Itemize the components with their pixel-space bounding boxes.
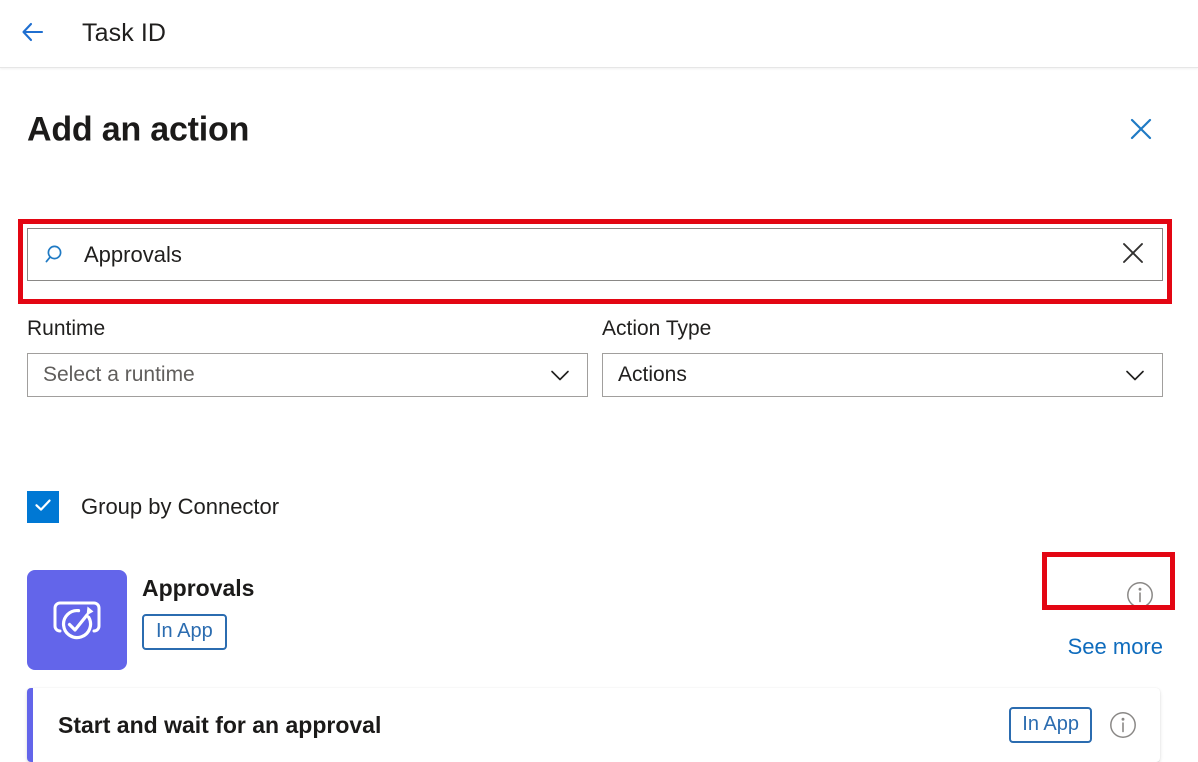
connector-name: Approvals — [142, 574, 254, 602]
add-action-panel: Add an action — [0, 68, 1198, 708]
connector-info: Approvals In App — [142, 574, 254, 650]
runtime-dropdown[interactable]: Select a runtime — [27, 353, 588, 397]
back-button[interactable] — [10, 12, 54, 56]
connector-badge: In App — [142, 614, 227, 650]
arrow-left-icon — [17, 17, 47, 50]
group-by-connector-checkbox[interactable] — [27, 491, 59, 523]
action-type-field: Action Type Actions — [602, 316, 1163, 397]
approvals-icon — [27, 570, 127, 670]
action-type-label: Action Type — [602, 316, 1163, 341]
panel-header: Add an action — [0, 68, 1198, 160]
info-icon[interactable] — [1125, 580, 1155, 610]
chevron-down-icon — [547, 362, 573, 388]
close-panel-button[interactable] — [1124, 113, 1158, 147]
panel-title: Add an action — [27, 111, 249, 150]
runtime-dropdown-value: Select a runtime — [43, 363, 547, 387]
group-by-connector-checkbox-row[interactable]: Group by Connector — [27, 491, 279, 523]
search-input[interactable] — [84, 240, 1118, 270]
close-icon — [1127, 115, 1155, 146]
runtime-label: Runtime — [27, 316, 588, 341]
action-item-badge: In App — [1009, 707, 1092, 743]
clear-search-button[interactable] — [1118, 240, 1148, 270]
close-icon — [1119, 239, 1147, 270]
top-navigation-bar: Task ID — [0, 0, 1198, 68]
search-box[interactable] — [27, 228, 1163, 281]
action-item-title: Start and wait for an approval — [58, 712, 1009, 739]
action-type-dropdown-value: Actions — [618, 363, 1122, 387]
see-more-link[interactable]: See more — [1068, 634, 1163, 660]
search-icon — [44, 243, 68, 267]
check-icon — [32, 494, 54, 521]
action-item-card[interactable]: Start and wait for an approval In App — [27, 688, 1160, 762]
runtime-field: Runtime Select a runtime — [27, 316, 588, 397]
action-type-dropdown[interactable]: Actions — [602, 353, 1163, 397]
page-title: Task ID — [82, 19, 166, 48]
connector-group-approvals: Approvals In App See more — [27, 570, 1163, 670]
group-by-connector-label: Group by Connector — [81, 494, 279, 520]
chevron-down-icon — [1122, 362, 1148, 388]
search-area — [27, 228, 1163, 281]
action-accent-bar — [27, 688, 33, 762]
info-icon[interactable] — [1108, 710, 1138, 740]
